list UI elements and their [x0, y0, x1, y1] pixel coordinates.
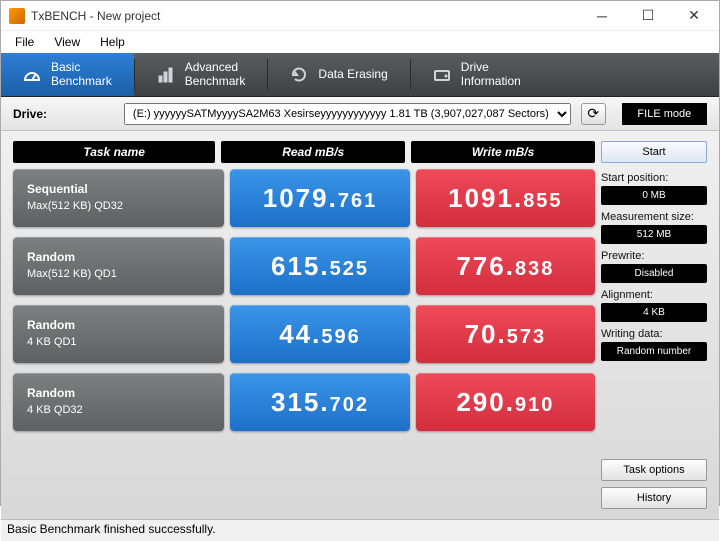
alignment-value: 4 KB [601, 303, 707, 322]
tab-advanced-benchmark[interactable]: Advanced Benchmark [135, 53, 268, 96]
col-task: Task name [13, 141, 215, 163]
app-icon [9, 8, 25, 24]
menu-help[interactable]: Help [90, 33, 135, 51]
task-name: Random4 KB QD1 [13, 305, 224, 363]
read-value: 44.596 [230, 305, 409, 363]
menu-file[interactable]: File [5, 33, 44, 51]
start-position-label: Start position: [601, 172, 707, 184]
task-name: SequentialMax(512 KB) QD32 [13, 169, 224, 227]
task-name: Random4 KB QD32 [13, 373, 224, 431]
window-title: TxBENCH - New project [31, 9, 579, 23]
measurement-size-value: 512 MB [601, 225, 707, 244]
tab-label: Data Erasing [318, 68, 387, 82]
drive-row: Drive: (E:) yyyyyySATMyyyySA2M63 Xesirse… [1, 97, 719, 131]
tab-drive-information[interactable]: Drive Information [411, 53, 543, 96]
menubar: File View Help [1, 31, 719, 53]
read-value: 615.525 [230, 237, 409, 295]
writing-data-label: Writing data: [601, 328, 707, 340]
start-button[interactable]: Start [601, 141, 707, 163]
tab-basic-benchmark[interactable]: Basic Benchmark [1, 53, 134, 96]
file-mode-button[interactable]: FILE mode [622, 103, 707, 125]
drive-select[interactable]: (E:) yyyyyySATMyyyySA2M63 Xesirseyyyyyyy… [124, 103, 571, 125]
minimize-button[interactable]: ─ [579, 1, 625, 31]
status-bar: Basic Benchmark finished successfully. [1, 519, 719, 541]
tab-data-erasing[interactable]: Data Erasing [268, 53, 409, 96]
refresh-icon: ⟳ [587, 105, 599, 122]
write-value: 70.573 [416, 305, 595, 363]
prewrite-value: Disabled [601, 264, 707, 283]
erase-icon [290, 66, 308, 84]
drive-label: Drive: [13, 107, 47, 121]
gauge-icon [23, 66, 41, 84]
tabs: Basic Benchmark Advanced Benchmark Data … [1, 53, 719, 97]
measurement-size-label: Measurement size: [601, 211, 707, 223]
maximize-button[interactable]: ☐ [625, 1, 671, 31]
col-read: Read mB/s [221, 141, 405, 163]
bars-icon [157, 66, 175, 84]
close-button[interactable]: ✕ [671, 1, 717, 31]
side-panel: Start Start position: 0 MB Measurement s… [601, 131, 719, 519]
write-value: 290.910 [416, 373, 595, 431]
alignment-label: Alignment: [601, 289, 707, 301]
read-value: 1079.761 [230, 169, 409, 227]
write-value: 1091.855 [416, 169, 595, 227]
tab-label: Advanced Benchmark [185, 61, 246, 89]
tab-label: Drive Information [461, 61, 521, 89]
read-value: 315.702 [230, 373, 409, 431]
task-options-button[interactable]: Task options [601, 459, 707, 481]
col-write: Write mB/s [411, 141, 595, 163]
drive-icon [433, 66, 451, 84]
start-position-value: 0 MB [601, 186, 707, 205]
writing-data-value: Random number [601, 342, 707, 361]
menu-view[interactable]: View [44, 33, 90, 51]
write-value: 776.838 [416, 237, 595, 295]
tab-label: Basic Benchmark [51, 61, 112, 89]
task-name: RandomMax(512 KB) QD1 [13, 237, 224, 295]
prewrite-label: Prewrite: [601, 250, 707, 262]
refresh-button[interactable]: ⟳ [581, 103, 606, 125]
results-panel: Task name Read mB/s Write mB/s Sequentia… [1, 131, 601, 519]
titlebar: TxBENCH - New project ─ ☐ ✕ [1, 1, 719, 31]
